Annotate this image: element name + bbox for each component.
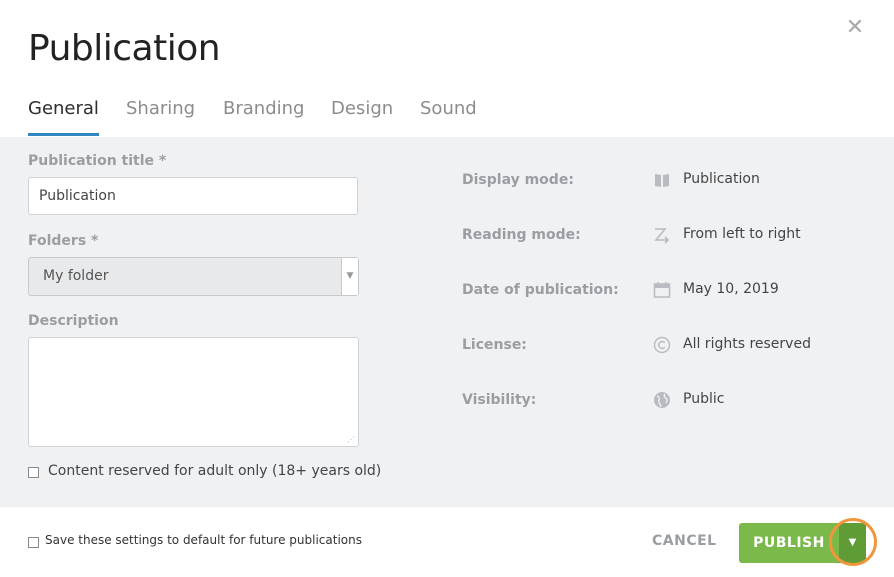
license-value: All rights reserved (683, 336, 811, 352)
adult-content-checkbox[interactable] (28, 467, 39, 478)
tab-design[interactable]: Design (331, 96, 393, 136)
visibility-label: Visibility: (462, 392, 537, 408)
description-textarea[interactable]: ⋰ (28, 337, 359, 447)
save-default-label: Save these settings to default for futur… (45, 533, 362, 547)
tab-sharing[interactable]: Sharing (126, 96, 195, 136)
book-icon (653, 171, 671, 189)
close-icon[interactable]: ✕ (845, 17, 865, 39)
copyright-icon (653, 336, 671, 354)
date-of-publication-value: May 10, 2019 (683, 281, 779, 297)
publish-button[interactable]: PUBLISH (739, 523, 839, 563)
display-mode-value: Publication (683, 171, 760, 187)
display-mode-label: Display mode: (462, 172, 574, 188)
reading-mode-label: Reading mode: (462, 227, 581, 243)
tab-general[interactable]: General (28, 96, 99, 136)
folders-select-value: My folder (43, 268, 109, 284)
visibility-value: Public (683, 391, 725, 407)
dialog-title: Publication (28, 28, 221, 69)
calendar-icon (653, 281, 671, 299)
general-settings-panel: Publication title * Publication Folders … (0, 137, 894, 507)
chevron-down-icon[interactable]: ▼ (341, 258, 358, 295)
globe-icon (653, 391, 671, 409)
tab-sound[interactable]: Sound (420, 96, 477, 136)
save-default-checkbox[interactable] (28, 537, 39, 548)
date-of-publication-label: Date of publication: (462, 282, 619, 298)
folders-select[interactable]: My folder ▼ (28, 257, 359, 296)
tab-branding[interactable]: Branding (223, 96, 304, 136)
reading-mode-value: From left to right (683, 226, 801, 242)
click-highlight-ring (829, 518, 877, 566)
cancel-button[interactable]: CANCEL (652, 533, 717, 549)
description-label: Description (28, 313, 119, 329)
folders-label: Folders * (28, 233, 99, 249)
license-label: License: (462, 337, 527, 353)
publication-title-input[interactable]: Publication (28, 177, 358, 215)
publication-title-label: Publication title * (28, 153, 167, 169)
adult-content-label: Content reserved for adult only (18+ yea… (48, 463, 382, 479)
resize-grip-icon[interactable]: ⋰ (347, 435, 355, 444)
left-to-right-icon (653, 226, 671, 244)
